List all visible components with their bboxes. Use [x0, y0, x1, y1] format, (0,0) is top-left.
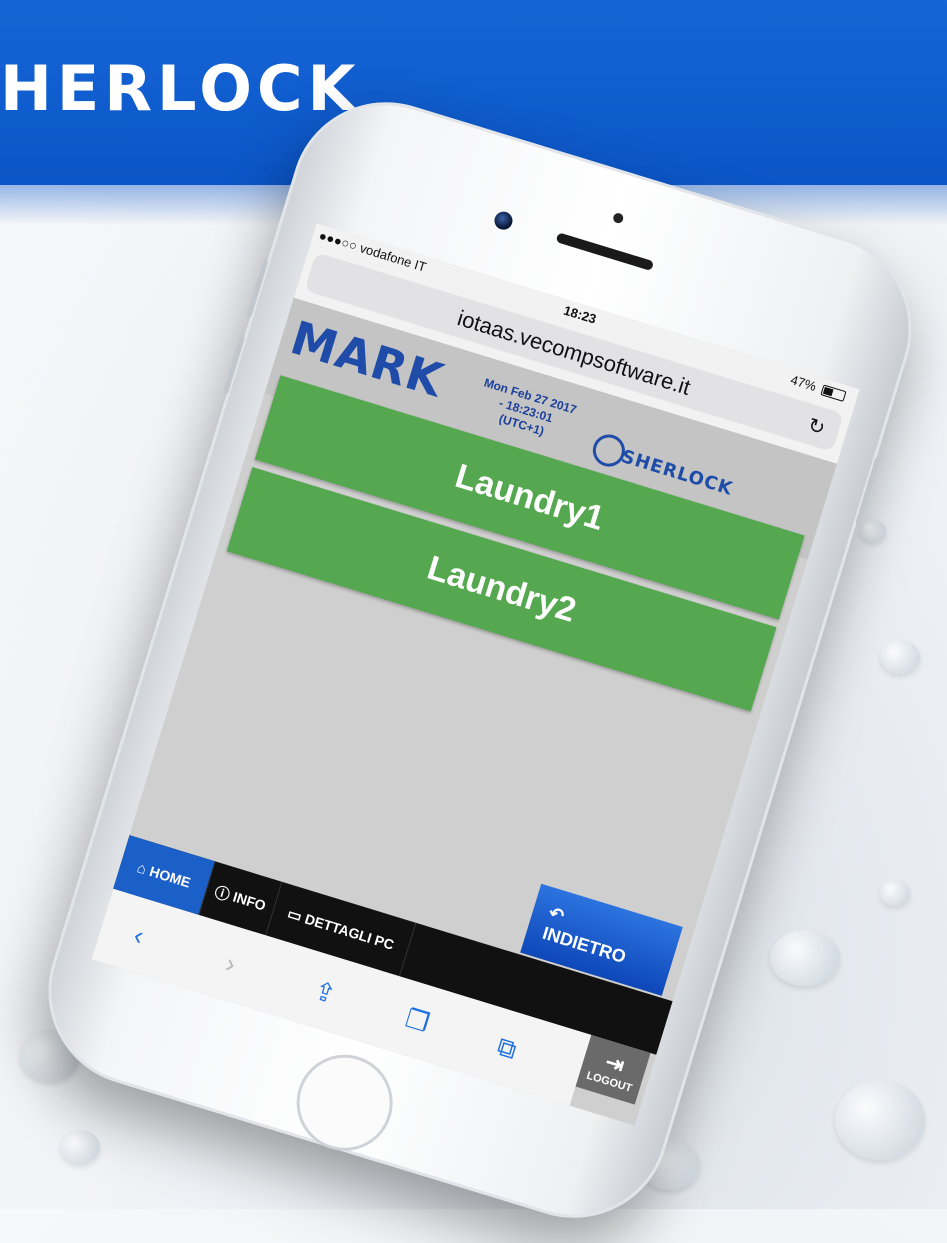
- phone-body: ●●●○○ vodafone IT 18:23 47% iotaas.vecom…: [24, 78, 936, 1242]
- banner-title: HERLOCK: [0, 52, 361, 125]
- power-button: [855, 456, 881, 526]
- back-chevron-icon[interactable]: ‹: [130, 920, 147, 952]
- tabs-icon[interactable]: ⧉: [493, 1031, 521, 1067]
- volume-button: [222, 335, 246, 395]
- phone: ●●●○○ vodafone IT 18:23 47% iotaas.vecom…: [24, 78, 936, 1242]
- water-drop: [860, 520, 886, 542]
- water-drop: [880, 880, 910, 906]
- earpiece-speaker: [555, 232, 655, 272]
- device-label: Laundry2: [423, 548, 581, 630]
- home-icon: ⌂: [135, 858, 149, 878]
- nav-home-label: HOME: [147, 863, 193, 891]
- phone-screen: ●●●○○ vodafone IT 18:23 47% iotaas.vecom…: [91, 223, 860, 1126]
- battery-icon: [820, 384, 847, 403]
- info-icon: ⓘ: [212, 883, 232, 905]
- share-icon[interactable]: ⇪: [310, 975, 340, 1011]
- home-button[interactable]: [284, 1042, 405, 1163]
- nav-details-label: DETTAGLI PC: [302, 910, 396, 953]
- water-drop: [770, 930, 840, 986]
- monitor-icon: ▭: [285, 905, 304, 926]
- battery-percent: 47%: [788, 371, 819, 394]
- front-camera: [492, 209, 515, 232]
- forward-chevron-icon[interactable]: ›: [222, 948, 239, 980]
- water-drop: [835, 1080, 925, 1160]
- nav-info-label: INFO: [231, 888, 268, 914]
- device-label: Laundry1: [451, 456, 609, 538]
- volume-button: [246, 259, 269, 319]
- bookmarks-icon[interactable]: ❐: [402, 1003, 433, 1039]
- water-drop: [60, 1130, 100, 1164]
- water-drop: [880, 640, 920, 674]
- proximity-sensor: [611, 211, 625, 225]
